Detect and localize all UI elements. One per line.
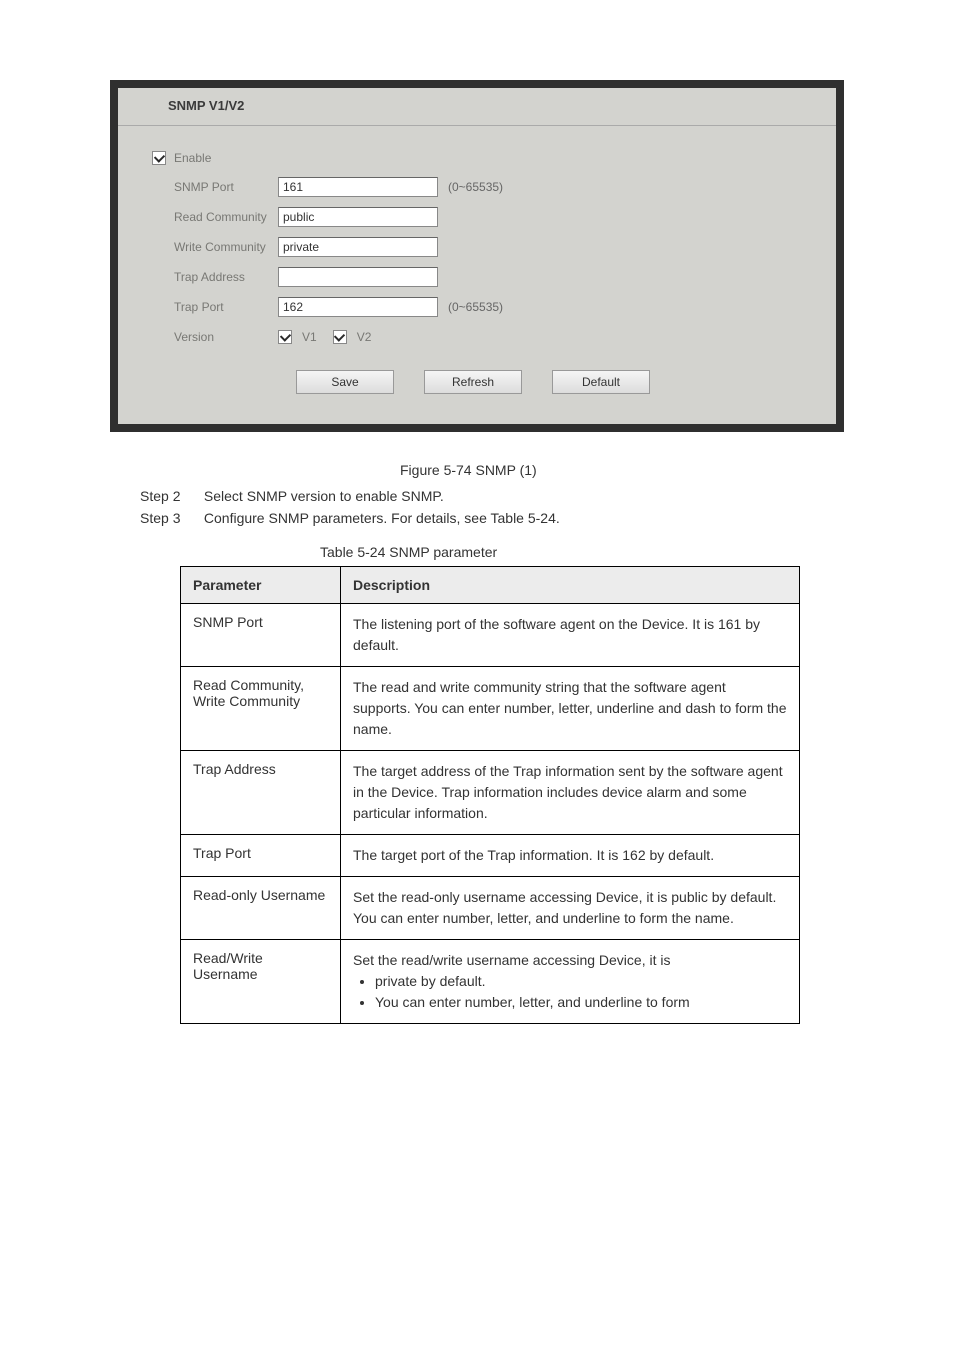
row-write-community: Write Community <box>156 232 818 262</box>
header-param: Parameter <box>181 567 341 604</box>
cell-param: Read Community, Write Community <box>181 667 341 751</box>
param-table: Parameter Description SNMP Port The list… <box>180 566 800 1024</box>
label-v1: V1 <box>302 330 317 344</box>
button-row: Save Refresh Default <box>296 370 818 394</box>
cell-param: SNMP Port <box>181 604 341 667</box>
header-desc: Description <box>341 567 800 604</box>
row-version: Version V1 V2 <box>156 322 818 352</box>
input-read-community[interactable] <box>278 207 438 227</box>
row-snmp-port: SNMP Port (0~65535) <box>156 172 818 202</box>
hint-snmp-port: (0~65535) <box>448 180 503 194</box>
row-trap-address: Trap Address <box>156 262 818 292</box>
input-trap-port[interactable] <box>278 297 438 317</box>
input-snmp-port[interactable] <box>278 177 438 197</box>
table-header: Parameter Description <box>181 567 800 604</box>
label-v2: V2 <box>357 330 372 344</box>
default-button[interactable]: Default <box>552 370 650 394</box>
tab-snmp-v1v2[interactable]: SNMP V1/V2 <box>118 88 269 125</box>
cell-param: Trap Address <box>181 751 341 835</box>
step3-text: Configure SNMP parameters. For details, … <box>204 510 560 526</box>
row-read-community: Read Community <box>156 202 818 232</box>
enable-label: Enable <box>174 151 211 165</box>
step2-tag: Step 2 <box>140 488 200 504</box>
config-panel: SNMP V1/V2 Enable SNMP Port (0~65535) Re… <box>110 80 844 432</box>
enable-checkbox[interactable] <box>152 151 166 165</box>
cell-desc-intro: Set the read/write username accessing De… <box>353 952 670 968</box>
save-button[interactable]: Save <box>296 370 394 394</box>
cell-desc: The listening port of the software agent… <box>341 604 800 667</box>
check-icon <box>153 151 164 162</box>
list-item: You can enter number, letter, and underl… <box>375 992 787 1013</box>
cell-param: Read/Write Username <box>181 940 341 1024</box>
table-caption: Table 5-24 SNMP parameter <box>320 544 954 560</box>
step3-tag: Step 3 <box>140 510 200 526</box>
caption-block: Figure 5-74 SNMP (1) Step 2 Select SNMP … <box>200 462 844 526</box>
checkbox-v2[interactable] <box>333 330 347 344</box>
step2-text: Select SNMP version to enable SNMP. <box>204 488 444 504</box>
input-write-community[interactable] <box>278 237 438 257</box>
label-trap-address: Trap Address <box>156 270 278 284</box>
cell-desc: The read and write community string that… <box>341 667 800 751</box>
label-trap-port: Trap Port <box>156 300 278 314</box>
label-read-community: Read Community <box>156 210 278 224</box>
checkbox-v1[interactable] <box>278 330 292 344</box>
enable-row: Enable <box>152 144 818 172</box>
table-row: Read-only Username Set the read-only use… <box>181 877 800 940</box>
hint-trap-port: (0~65535) <box>448 300 503 314</box>
table-row: Trap Port The target port of the Trap in… <box>181 835 800 877</box>
list-item: private by default. <box>375 971 787 992</box>
table-row: SNMP Port The listening port of the soft… <box>181 604 800 667</box>
figure-caption: Figure 5-74 SNMP (1) <box>400 462 844 478</box>
row-trap-port: Trap Port (0~65535) <box>156 292 818 322</box>
cell-desc: The target port of the Trap information.… <box>341 835 800 877</box>
refresh-button[interactable]: Refresh <box>424 370 522 394</box>
table-row: Trap Address The target address of the T… <box>181 751 800 835</box>
cell-desc: The target address of the Trap informati… <box>341 751 800 835</box>
label-write-community: Write Community <box>156 240 278 254</box>
cell-desc: Set the read-only username accessing Dev… <box>341 877 800 940</box>
check-icon <box>334 330 345 341</box>
input-trap-address[interactable] <box>278 267 438 287</box>
label-snmp-port: SNMP Port <box>156 180 278 194</box>
cell-param: Trap Port <box>181 835 341 877</box>
table-row: Read/Write Username Set the read/write u… <box>181 940 800 1024</box>
cell-desc: Set the read/write username accessing De… <box>341 940 800 1024</box>
label-version: Version <box>156 330 278 344</box>
tab-header: SNMP V1/V2 <box>118 88 836 126</box>
check-icon <box>279 330 290 341</box>
table-row: Read Community, Write Community The read… <box>181 667 800 751</box>
cell-param: Read-only Username <box>181 877 341 940</box>
form-area: Enable SNMP Port (0~65535) Read Communit… <box>118 126 836 394</box>
